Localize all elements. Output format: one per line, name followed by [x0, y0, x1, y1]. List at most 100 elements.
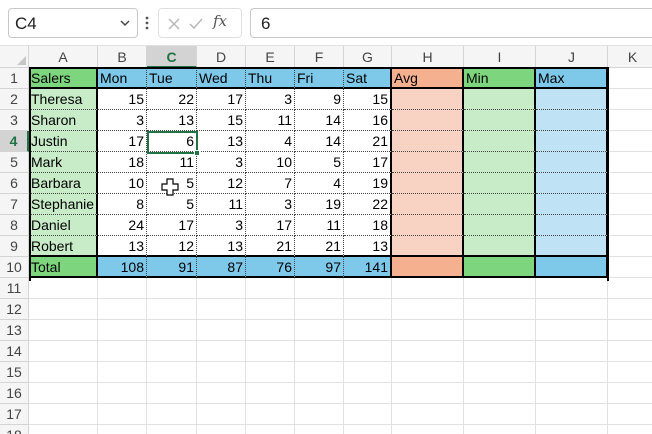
cell-c17[interactable]: [147, 404, 197, 425]
row-header-2[interactable]: 2: [0, 89, 29, 110]
cell-h5[interactable]: [392, 152, 464, 173]
cell-i16[interactable]: [464, 383, 536, 404]
cell-c12[interactable]: [147, 299, 197, 320]
cell-a3[interactable]: Sharon: [29, 110, 98, 131]
cell-b13[interactable]: [98, 320, 147, 341]
row-header-11[interactable]: 11: [0, 278, 29, 299]
cell-e10[interactable]: 76: [246, 257, 295, 278]
cell-i14[interactable]: [464, 341, 536, 362]
cell-k3[interactable]: [608, 110, 652, 131]
cell-h1[interactable]: Avg: [392, 68, 464, 89]
column-header-e[interactable]: E: [246, 46, 295, 68]
cell-b5[interactable]: 18: [98, 152, 147, 173]
cell-i11[interactable]: [464, 278, 536, 299]
cell-b4[interactable]: 17: [98, 131, 147, 152]
cell-i10[interactable]: [464, 257, 536, 278]
cell-i6[interactable]: [464, 173, 536, 194]
cell-g3[interactable]: 16: [344, 110, 392, 131]
cell-k12[interactable]: [608, 299, 652, 320]
cell-i7[interactable]: [464, 194, 536, 215]
cell-j5[interactable]: [536, 152, 608, 173]
cell-f12[interactable]: [295, 299, 344, 320]
cell-g8[interactable]: 18: [344, 215, 392, 236]
cell-j6[interactable]: [536, 173, 608, 194]
cell-k4[interactable]: [608, 131, 652, 152]
cell-k16[interactable]: [608, 383, 652, 404]
cell-j4[interactable]: [536, 131, 608, 152]
cell-a7[interactable]: Stephanie: [29, 194, 98, 215]
cell-b6[interactable]: 10: [98, 173, 147, 194]
cell-b15[interactable]: [98, 362, 147, 383]
cell-j12[interactable]: [536, 299, 608, 320]
column-header-a[interactable]: A: [29, 46, 98, 68]
cell-h2[interactable]: [392, 89, 464, 110]
cell-e12[interactable]: [246, 299, 295, 320]
cell-c5[interactable]: 11: [147, 152, 197, 173]
cell-d1[interactable]: Wed: [197, 68, 246, 89]
cell-d8[interactable]: 3: [197, 215, 246, 236]
column-header-f[interactable]: F: [295, 46, 344, 68]
cell-g17[interactable]: [344, 404, 392, 425]
cell-h7[interactable]: [392, 194, 464, 215]
cell-e4[interactable]: 4: [246, 131, 295, 152]
cell-j1[interactable]: Max: [536, 68, 608, 89]
row-header-4[interactable]: 4: [0, 131, 29, 152]
column-header-i[interactable]: I: [464, 46, 536, 68]
cell-f18[interactable]: [295, 425, 344, 434]
cell-a8[interactable]: Daniel: [29, 215, 98, 236]
row-header-1[interactable]: 1: [0, 68, 29, 89]
cell-b3[interactable]: 3: [98, 110, 147, 131]
cell-e1[interactable]: Thu: [246, 68, 295, 89]
cell-e9[interactable]: 21: [246, 236, 295, 257]
cell-k6[interactable]: [608, 173, 652, 194]
cell-g13[interactable]: [344, 320, 392, 341]
cell-g6[interactable]: 19: [344, 173, 392, 194]
cell-j18[interactable]: [536, 425, 608, 434]
cell-e18[interactable]: [246, 425, 295, 434]
cell-i4[interactable]: [464, 131, 536, 152]
row-header-12[interactable]: 12: [0, 299, 29, 320]
cell-b16[interactable]: [98, 383, 147, 404]
cell-f6[interactable]: 4: [295, 173, 344, 194]
cell-c8[interactable]: 17: [147, 215, 197, 236]
cell-e15[interactable]: [246, 362, 295, 383]
cell-c11[interactable]: [147, 278, 197, 299]
cell-b12[interactable]: [98, 299, 147, 320]
cell-f14[interactable]: [295, 341, 344, 362]
column-header-h[interactable]: H: [392, 46, 464, 68]
cell-e11[interactable]: [246, 278, 295, 299]
cell-k1[interactable]: [608, 68, 652, 89]
cell-f5[interactable]: 5: [295, 152, 344, 173]
cell-j3[interactable]: [536, 110, 608, 131]
cell-g9[interactable]: 13: [344, 236, 392, 257]
cell-g4[interactable]: 21: [344, 131, 392, 152]
cell-a9[interactable]: Robert: [29, 236, 98, 257]
cell-i5[interactable]: [464, 152, 536, 173]
cell-a10[interactable]: Total: [29, 257, 98, 278]
cell-i3[interactable]: [464, 110, 536, 131]
cell-h10[interactable]: [392, 257, 464, 278]
cell-a13[interactable]: [29, 320, 98, 341]
cell-i12[interactable]: [464, 299, 536, 320]
cell-b11[interactable]: [98, 278, 147, 299]
cell-f16[interactable]: [295, 383, 344, 404]
cell-c13[interactable]: [147, 320, 197, 341]
cell-h12[interactable]: [392, 299, 464, 320]
cell-c16[interactable]: [147, 383, 197, 404]
cell-c18[interactable]: [147, 425, 197, 434]
column-header-k[interactable]: K: [608, 46, 652, 68]
cell-f7[interactable]: 19: [295, 194, 344, 215]
cell-b18[interactable]: [98, 425, 147, 434]
cell-j17[interactable]: [536, 404, 608, 425]
fill-handle[interactable]: [194, 150, 200, 156]
cell-h3[interactable]: [392, 110, 464, 131]
cell-g7[interactable]: 22: [344, 194, 392, 215]
cell-g5[interactable]: 17: [344, 152, 392, 173]
column-header-g[interactable]: G: [344, 46, 392, 68]
row-header-9[interactable]: 9: [0, 236, 29, 257]
cell-g1[interactable]: Sat: [344, 68, 392, 89]
cell-d4[interactable]: 13: [197, 131, 246, 152]
cell-f2[interactable]: 9: [295, 89, 344, 110]
cell-f1[interactable]: Fri: [295, 68, 344, 89]
cell-d6[interactable]: 12: [197, 173, 246, 194]
